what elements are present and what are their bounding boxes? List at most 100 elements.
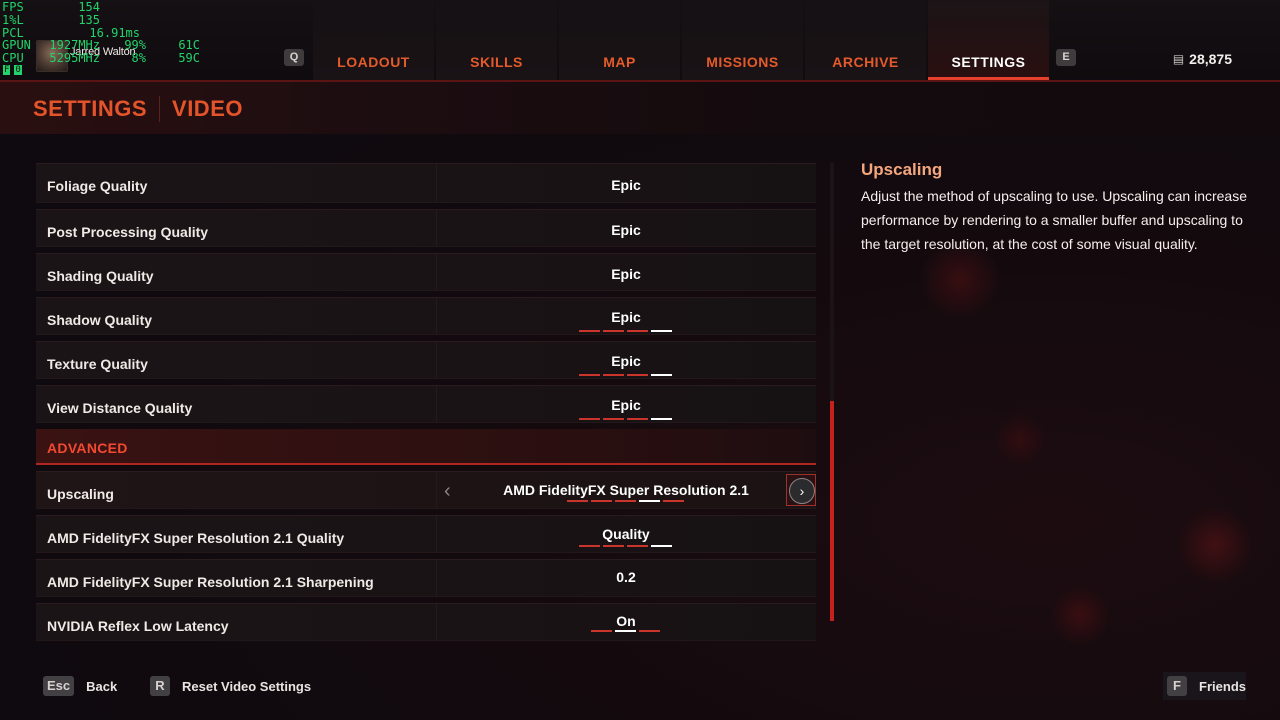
key-r: R bbox=[150, 676, 170, 696]
friends-label: Friends bbox=[1199, 678, 1246, 694]
setting-row-fsr-sharpening[interactable]: AMD FidelityFX Super Resolution 2.1 Shar… bbox=[36, 559, 816, 597]
key-esc: Esc bbox=[43, 676, 75, 696]
quality-level-pips bbox=[579, 418, 672, 420]
setting-value: Epic bbox=[611, 397, 641, 413]
setting-label: Shadow Quality bbox=[47, 312, 153, 328]
option-pip-current bbox=[615, 630, 636, 632]
option-pip-current bbox=[639, 500, 660, 502]
next-tab-key[interactable]: E bbox=[1056, 49, 1076, 66]
quality-level-pips bbox=[579, 330, 672, 332]
setting-label: Foliage Quality bbox=[47, 178, 148, 194]
setting-value: Quality bbox=[602, 526, 650, 542]
option-pip bbox=[591, 630, 612, 632]
setting-value: 0.2 bbox=[616, 569, 636, 585]
setting-label: View Distance Quality bbox=[47, 400, 193, 416]
setting-value: Epic bbox=[611, 222, 641, 238]
breadcrumb-separator bbox=[159, 96, 161, 122]
breadcrumb-section[interactable]: SETTINGS bbox=[33, 96, 147, 122]
setting-row-texture-quality[interactable]: Texture Quality Epic bbox=[36, 341, 816, 379]
level-pip bbox=[579, 374, 600, 376]
level-pip bbox=[627, 374, 648, 376]
page-header: SETTINGS VIDEO bbox=[0, 80, 1280, 134]
setting-label: Texture Quality bbox=[47, 356, 148, 372]
quality-level-pips bbox=[579, 374, 672, 376]
setting-row-post-processing-quality[interactable]: Post Processing Quality Epic bbox=[36, 209, 816, 247]
setting-value: Epic bbox=[611, 177, 641, 193]
chevron-right-icon: › bbox=[789, 478, 815, 504]
back-label: Back bbox=[86, 678, 118, 694]
level-pip bbox=[579, 418, 600, 420]
currency-amount: 28,875 bbox=[1189, 51, 1232, 67]
tab-settings[interactable]: SETTINGS bbox=[928, 0, 1049, 80]
performance-overlay: FPS 154 1%L 135 PCL 16.91ms GPUN 1927MHz 99% 6… bbox=[2, 1, 200, 75]
setting-label: AMD FidelityFX Super Resolution 2.1 Qual… bbox=[47, 530, 345, 546]
setting-value: On bbox=[616, 613, 636, 629]
reset-label: Reset Video Settings bbox=[182, 678, 312, 694]
setting-value: Epic bbox=[611, 353, 641, 369]
overlay-row-cpu: CPU 5295MHz 8% 59C bbox=[2, 51, 200, 66]
overlay-row-fps: FPS 154 bbox=[2, 0, 100, 14]
option-pips bbox=[567, 500, 684, 502]
settings-list: Foliage Quality Epic Post Processing Qua… bbox=[36, 163, 816, 641]
reset-video-settings-button[interactable]: R Reset Video Settings bbox=[150, 676, 311, 696]
nav-tabs: LOADOUT SKILLS MAP MISSIONS ARCHIVE SETT… bbox=[313, 0, 1051, 80]
breadcrumb-page: VIDEO bbox=[172, 96, 243, 121]
setting-label: Shading Quality bbox=[47, 268, 154, 284]
currency-icon: ▤ bbox=[1172, 52, 1185, 66]
back-button[interactable]: Esc Back bbox=[43, 676, 117, 696]
settings-scrollbar[interactable] bbox=[830, 163, 834, 621]
option-pip bbox=[663, 500, 684, 502]
level-pip bbox=[603, 418, 624, 420]
overlay-row-low: 1%L 135 bbox=[2, 12, 100, 27]
option-pip bbox=[639, 630, 660, 632]
level-pip-current bbox=[651, 330, 672, 332]
prev-tab-key[interactable]: Q bbox=[284, 49, 304, 66]
currency-display: ▤ 28,875 bbox=[1173, 51, 1232, 67]
tab-loadout[interactable]: LOADOUT bbox=[313, 0, 434, 80]
setting-row-shadow-quality[interactable]: Shadow Quality Epic bbox=[36, 297, 816, 335]
setting-row-upscaling[interactable]: Upscaling ‹ AMD FidelityFX Super Resolut… bbox=[36, 471, 816, 509]
setting-row-foliage-quality[interactable]: Foliage Quality Epic bbox=[36, 163, 816, 203]
tab-archive[interactable]: ARCHIVE bbox=[805, 0, 926, 80]
option-pip bbox=[567, 500, 588, 502]
option-pip-current bbox=[651, 545, 672, 547]
tab-map[interactable]: MAP bbox=[559, 0, 680, 80]
section-header-advanced: ADVANCED bbox=[36, 429, 816, 465]
section-header-label: ADVANCED bbox=[47, 440, 128, 456]
option-pips bbox=[591, 630, 660, 632]
setting-row-shading-quality[interactable]: Shading Quality Epic bbox=[36, 253, 816, 291]
option-pip bbox=[627, 545, 648, 547]
setting-row-fsr-quality[interactable]: AMD FidelityFX Super Resolution 2.1 Qual… bbox=[36, 515, 816, 553]
setting-value: AMD FidelityFX Super Resolution 2.1 bbox=[503, 482, 749, 498]
description-panel: Upscaling Adjust the method of upscaling… bbox=[861, 160, 1251, 256]
overlay-flags: F 0 bbox=[2, 64, 200, 75]
breadcrumb: SETTINGS VIDEO bbox=[33, 96, 243, 122]
level-pip-current bbox=[651, 374, 672, 376]
level-pip bbox=[579, 330, 600, 332]
next-option-button[interactable]: › bbox=[786, 474, 816, 506]
option-pip bbox=[615, 500, 636, 502]
tab-missions[interactable]: MISSIONS bbox=[682, 0, 803, 80]
setting-label: NVIDIA Reflex Low Latency bbox=[47, 618, 229, 634]
setting-row-reflex-low-latency[interactable]: NVIDIA Reflex Low Latency On bbox=[36, 603, 816, 641]
overlay-flag: 0 bbox=[14, 64, 22, 75]
description-title: Upscaling bbox=[861, 160, 943, 179]
friends-button[interactable]: F Friends bbox=[1163, 672, 1246, 700]
description-body: Adjust the method of upscaling to use. U… bbox=[861, 188, 1248, 252]
level-pip bbox=[603, 330, 624, 332]
setting-row-view-distance-quality[interactable]: View Distance Quality Epic bbox=[36, 385, 816, 423]
setting-label: Upscaling bbox=[47, 486, 114, 502]
tab-skills[interactable]: SKILLS bbox=[436, 0, 557, 80]
setting-value: Epic bbox=[611, 266, 641, 282]
overlay-row-gpu: GPUN 1927MHz 99% 61C bbox=[2, 38, 200, 53]
overlay-flag: F bbox=[3, 64, 11, 75]
option-pip bbox=[603, 545, 624, 547]
level-pip-current bbox=[651, 418, 672, 420]
setting-label: Post Processing Quality bbox=[47, 224, 209, 240]
scrollbar-thumb[interactable] bbox=[830, 401, 834, 621]
option-pips bbox=[579, 545, 672, 547]
level-pip bbox=[603, 374, 624, 376]
overlay-row-pcl: PCL 16.91ms bbox=[2, 25, 140, 40]
option-pip bbox=[591, 500, 612, 502]
key-f: F bbox=[1167, 676, 1188, 696]
